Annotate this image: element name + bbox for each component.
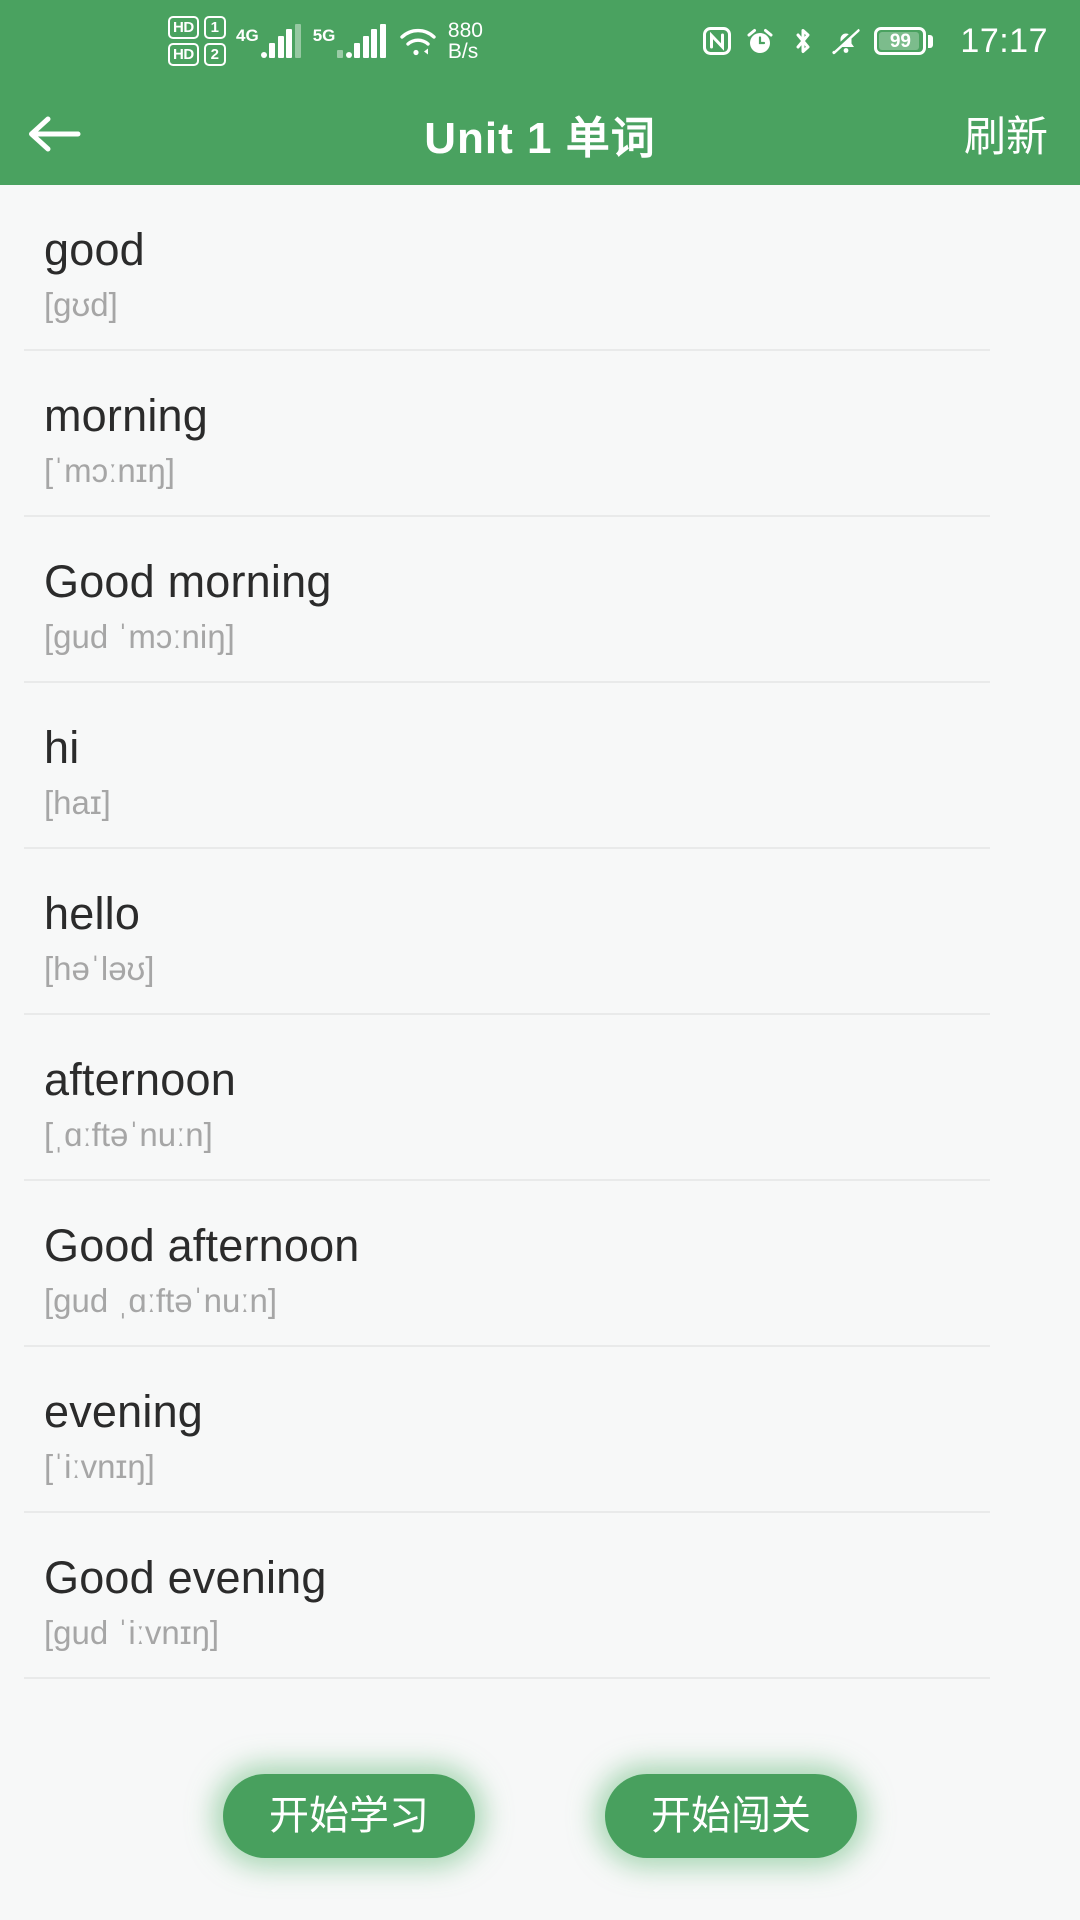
screen-root: HD 1 HD 2 4G 5G 880 B/s 99 17:17 Unit 1 … — [0, 0, 1080, 1920]
network-type-4g: 4G — [236, 26, 259, 45]
list-divider — [24, 1677, 990, 1679]
word-text: Good evening — [44, 1552, 327, 1603]
start-challenge-button[interactable]: 开始闯关 — [605, 1774, 857, 1858]
word-list-item[interactable]: hello [həˈləʊ] — [0, 849, 1080, 1015]
phonetic-text: [ˌɑːftəˈnuːn] — [44, 1116, 213, 1153]
status-bar: HD 1 HD 2 4G 5G 880 B/s 99 17:17 — [0, 0, 1080, 82]
wifi-icon — [398, 24, 438, 58]
hd-label-sim2: HD — [168, 43, 199, 66]
word-list[interactable]: good [gʊd] morning [ˈmɔːnɪŋ] Good morning [gu… — [0, 185, 1080, 1920]
word-text: hi — [44, 722, 80, 773]
word-text: hello — [44, 888, 141, 939]
alarm-icon — [745, 26, 775, 56]
status-bar-left: HD 1 HD 2 4G 5G 880 B/s — [168, 16, 483, 66]
page-title: Unit 1 单词 — [424, 113, 656, 163]
phonetic-text: [həˈləʊ] — [44, 950, 155, 987]
network-speed: 880 B/s — [448, 20, 483, 62]
app-bar: Unit 1 单词 刷新 — [0, 82, 1080, 185]
battery-percent-label: 99 — [889, 30, 911, 52]
word-text: evening — [44, 1386, 204, 1437]
word-text: Good afternoon — [44, 1220, 360, 1271]
battery-icon: 99 — [874, 27, 934, 55]
status-bar-clock: 17:17 — [960, 22, 1048, 60]
word-list-item[interactable]: afternoon [ˌɑːftəˈnuːn] — [0, 1015, 1080, 1181]
phonetic-text: [ˈmɔːnɪŋ] — [44, 452, 175, 489]
word-list-item[interactable]: evening [ˈiːvnɪŋ] — [0, 1347, 1080, 1513]
phonetic-text: [gud ˈmɔːniŋ] — [44, 618, 235, 655]
arrow-left-icon — [26, 114, 82, 154]
network-speed-unit: B/s — [447, 40, 479, 63]
signal-bars-icon-2 — [337, 24, 386, 58]
signal-indicator-sim1: 4G — [236, 24, 301, 58]
word-list-item[interactable]: Good evening [gud ˈiːvnɪŋ] — [0, 1513, 1080, 1679]
word-text: afternoon — [44, 1054, 236, 1105]
phonetic-text: [ˈiːvnɪŋ] — [44, 1448, 155, 1485]
refresh-button[interactable]: 刷新 — [964, 103, 1048, 164]
back-button[interactable] — [0, 82, 108, 185]
start-study-button[interactable]: 开始学习 — [223, 1774, 475, 1858]
word-list-item[interactable]: Good morning [gud ˈmɔːniŋ] — [0, 517, 1080, 683]
network-type-5g: 5G — [312, 26, 336, 45]
status-bar-right: 99 17:17 — [702, 24, 1048, 58]
word-list-item[interactable]: morning [ˈmɔːnɪŋ] — [0, 351, 1080, 517]
word-list-item[interactable]: Good afternoon [gud ˌɑːftəˈnuːn] — [0, 1181, 1080, 1347]
phonetic-text: [gud ˌɑːftəˈnuːn] — [44, 1282, 277, 1319]
signal-bars-icon — [260, 24, 301, 58]
sim2-number: 2 — [203, 43, 227, 66]
word-text: Good morning — [44, 556, 332, 607]
word-text: morning — [44, 390, 208, 441]
nfc-icon — [702, 26, 732, 56]
dual-sim-hd-indicator: HD 1 HD 2 — [168, 16, 227, 66]
signal-indicator-sim2: 5G — [313, 24, 386, 58]
sim1-number: 1 — [203, 16, 227, 39]
word-list-item[interactable]: hi [haɪ] — [0, 683, 1080, 849]
phonetic-text: [gud ˈiːvnɪŋ] — [44, 1614, 220, 1651]
network-speed-value: 880 — [447, 19, 483, 42]
phonetic-text: [haɪ] — [44, 784, 111, 821]
mute-bell-icon — [831, 26, 861, 56]
hd-label-sim1: HD — [168, 16, 199, 39]
word-text: good — [44, 224, 145, 275]
phonetic-text: [gʊd] — [44, 286, 118, 323]
bluetooth-icon — [788, 26, 818, 56]
word-list-item[interactable]: good [gʊd] — [0, 185, 1080, 351]
